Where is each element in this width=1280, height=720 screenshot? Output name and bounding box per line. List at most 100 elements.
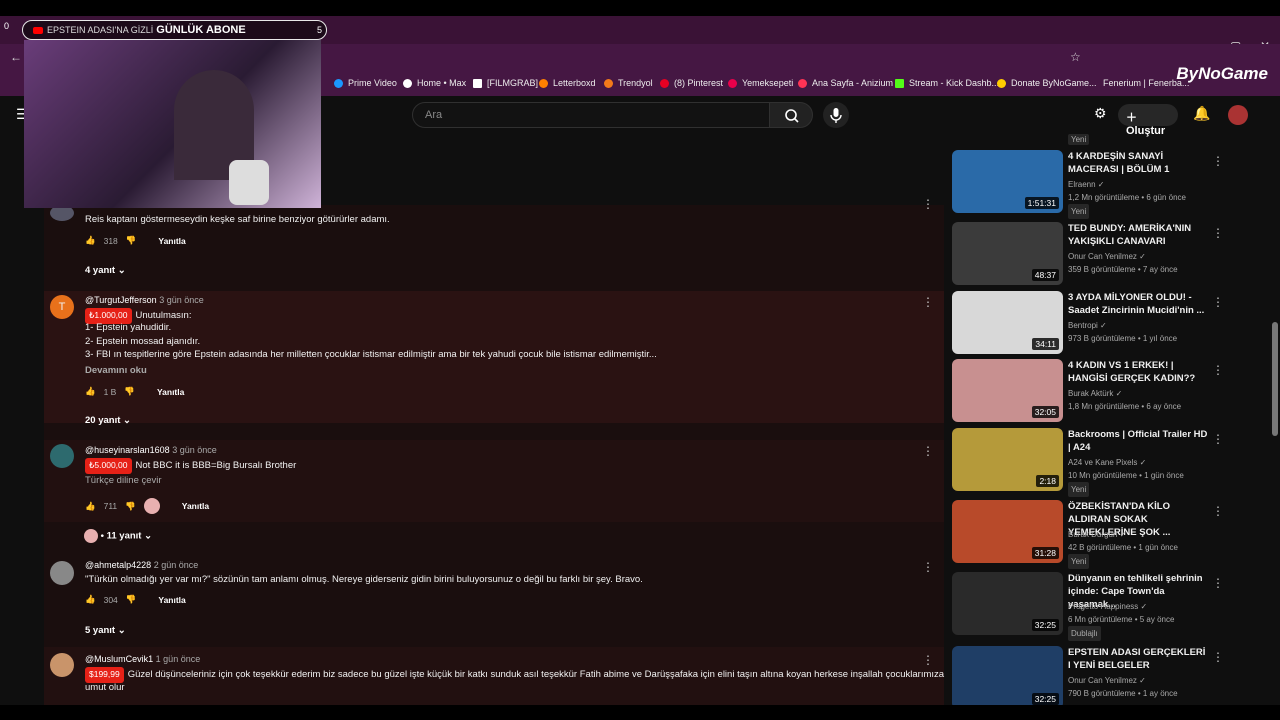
bookmark-prime-video[interactable]: Prime Video bbox=[334, 78, 397, 88]
video-item[interactable]: 34:11 3 AYDA MİLYONER OLDU! - Saadet Zin… bbox=[950, 291, 1272, 355]
webcam-overlay bbox=[24, 40, 321, 208]
comment-actions: 👍 1 B 👎 Yanıtla bbox=[85, 386, 184, 397]
bookmark-kick[interactable]: Stream - Kick Dashb... bbox=[895, 78, 999, 88]
video-item[interactable]: 2:18 Backrooms | Official Trailer HD | A… bbox=[950, 428, 1272, 497]
comment-text: "Türkün olmadığı yer var mı?" sözünün ta… bbox=[85, 574, 643, 585]
bookmark-trendyol[interactable]: Trendyol bbox=[604, 78, 653, 88]
more-options-icon[interactable]: ⋮ bbox=[1212, 226, 1224, 240]
replies-toggle[interactable]: • 11 yanıt ⌄ bbox=[84, 529, 152, 543]
comment-actions: 👍 318 👎 Yanıtla bbox=[85, 235, 186, 246]
reply-button[interactable]: Yanıtla bbox=[158, 595, 185, 605]
video-meta: Onur Can Yenilmez ✓ 790 B görüntüleme • 1… bbox=[1068, 676, 1178, 698]
search-icon bbox=[785, 109, 799, 123]
translate-link[interactable]: Türkçe diline çevir bbox=[85, 474, 162, 488]
more-options-icon[interactable]: ⋮ bbox=[1212, 576, 1224, 590]
bookmark-bynogame[interactable]: Donate ByNoGame... bbox=[997, 78, 1097, 88]
scrollbar-thumb[interactable] bbox=[1272, 322, 1278, 436]
search-input[interactable]: Ara bbox=[412, 102, 770, 128]
bookmark-pinterest[interactable]: (8) Pinterest bbox=[660, 78, 723, 88]
replies-toggle[interactable]: 20 yanıt ⌄ bbox=[85, 415, 131, 426]
comment-author: @huseyinarslan1608 3 gün önce bbox=[85, 445, 217, 455]
video-title[interactable]: EPSTEIN ADASI GERÇEKLERİ I YENİ BELGELER bbox=[1068, 646, 1208, 672]
video-title[interactable]: Backrooms | Official Trailer HD | A24 bbox=[1068, 428, 1208, 454]
video-thumbnail[interactable]: 32:25 bbox=[952, 572, 1063, 635]
video-thumbnail[interactable]: 48:37 bbox=[952, 222, 1063, 285]
dislike-icon[interactable]: 👎 bbox=[125, 501, 136, 512]
like-icon[interactable]: 👍 bbox=[85, 501, 96, 512]
bookmark-icon bbox=[473, 78, 482, 88]
video-thumbnail[interactable]: 2:18 bbox=[952, 428, 1063, 491]
more-options-icon[interactable]: ⋮ bbox=[1212, 363, 1224, 377]
bookmark-filmgrab[interactable]: [FILMGRAB] bbox=[473, 78, 538, 88]
comment: T @TurgutJefferson 3 gün önce ₺1.000,00 U… bbox=[44, 291, 944, 426]
video-title[interactable]: 4 KADIN VS 1 ERKEK! | HANGİSİ GERÇEK KAD… bbox=[1068, 359, 1208, 385]
bookmark-home-max[interactable]: Home • Max bbox=[403, 78, 466, 88]
avatar[interactable] bbox=[50, 561, 74, 585]
search-button[interactable] bbox=[769, 102, 813, 128]
video-thumbnail[interactable]: 31:28 bbox=[952, 500, 1063, 563]
browser-tab[interactable]: EPSTEIN ADASI'NA GİZLİ GÜNLÜK ABONE 5 bbox=[22, 20, 327, 40]
bookmark-icon bbox=[334, 78, 343, 88]
like-icon[interactable]: 👍 bbox=[85, 235, 96, 246]
read-more-link[interactable]: Devamını oku bbox=[85, 364, 147, 378]
more-options-icon[interactable]: ⋮ bbox=[922, 197, 934, 211]
reply-button[interactable]: Yanıtla bbox=[158, 236, 185, 246]
video-title[interactable]: 4 KARDEŞİN SANAYİ MACERASI | BÖLÜM 1 bbox=[1068, 150, 1208, 176]
video-thumbnail[interactable]: 32:05 bbox=[952, 359, 1063, 422]
avatar[interactable] bbox=[50, 444, 74, 468]
bookmark-yemeksepeti[interactable]: Yemeksepeti bbox=[728, 78, 793, 88]
star-icon[interactable]: ☆ bbox=[1070, 50, 1081, 64]
bell-icon[interactable]: 🔔 bbox=[1193, 105, 1210, 122]
avatar[interactable]: T bbox=[50, 295, 74, 319]
more-options-icon[interactable]: ⋮ bbox=[1212, 432, 1224, 446]
reply-button[interactable]: Yanıtla bbox=[157, 387, 184, 397]
more-options-icon[interactable]: ⋮ bbox=[1212, 295, 1224, 309]
video-item[interactable]: 1:51:31 4 KARDEŞİN SANAYİ MACERASI | BÖL… bbox=[950, 150, 1272, 219]
replies-toggle[interactable]: 5 yanıt ⌄ bbox=[85, 625, 126, 636]
like-icon[interactable]: 👍 bbox=[85, 594, 96, 605]
voice-search-button[interactable] bbox=[823, 102, 849, 128]
more-options-icon[interactable]: ⋮ bbox=[922, 560, 934, 574]
dislike-icon[interactable]: 👎 bbox=[126, 594, 137, 605]
chevron-down-icon: ⌄ bbox=[117, 625, 126, 636]
comment-actions: 👍 304 👎 Yanıtla bbox=[85, 594, 186, 605]
back-icon[interactable]: ← bbox=[10, 50, 22, 64]
video-item[interactable]: 32:25 Dünyanın en tehlikeli şehrinin içi… bbox=[950, 572, 1272, 641]
video-duration: 31:28 bbox=[1031, 547, 1059, 559]
video-duration: 48:37 bbox=[1031, 269, 1059, 281]
avatar[interactable] bbox=[50, 653, 74, 677]
video-item[interactable]: 48:37 TED BUNDY: AMERİKA'NIN YAKIŞIKLI C… bbox=[950, 222, 1272, 286]
more-options-icon[interactable]: ⋮ bbox=[922, 295, 934, 309]
bookmark-anizium[interactable]: Ana Sayfa - Anizium bbox=[798, 78, 893, 88]
reply-button[interactable]: Yanıtla bbox=[182, 501, 209, 511]
video-item[interactable]: 32:25 EPSTEIN ADASI GERÇEKLERİ I YENİ BE… bbox=[950, 646, 1272, 710]
comment-author: @MuslumCevik1 1 gün önce bbox=[85, 654, 201, 664]
video-thumbnail[interactable]: 1:51:31 bbox=[952, 150, 1063, 213]
video-thumbnail[interactable]: 34:11 bbox=[952, 291, 1063, 354]
microphone-image bbox=[229, 160, 269, 205]
dislike-icon[interactable]: 👎 bbox=[124, 386, 135, 397]
bookmark-letterboxd[interactable]: Letterboxd bbox=[539, 78, 596, 88]
video-meta: Burak Aktürk ✓ 1,8 Mn görüntüleme • 6 ay … bbox=[1068, 389, 1182, 411]
video-item[interactable]: 32:05 4 KADIN VS 1 ERKEK! | HANGİSİ GERÇ… bbox=[950, 359, 1272, 423]
video-title[interactable]: TED BUNDY: AMERİKA'NIN YAKIŞIKLI CANAVAR… bbox=[1068, 222, 1208, 248]
more-options-icon[interactable]: ⋮ bbox=[1212, 504, 1224, 518]
bookmark-icon bbox=[728, 78, 737, 88]
video-item[interactable]: 31:28 ÖZBEKİSTAN'DA KİLO ALDIRAN SOKAK Y… bbox=[950, 500, 1272, 569]
video-duration: 32:25 bbox=[1031, 619, 1059, 631]
dislike-icon[interactable]: 👎 bbox=[126, 235, 137, 246]
more-options-icon[interactable]: ⋮ bbox=[1212, 650, 1224, 664]
video-duration: 32:05 bbox=[1031, 406, 1059, 418]
like-count: 304 bbox=[103, 594, 118, 605]
like-icon[interactable]: 👍 bbox=[85, 386, 96, 397]
replies-toggle[interactable]: 4 yanıt ⌄ bbox=[85, 265, 126, 276]
video-title[interactable]: 3 AYDA MİLYONER OLDU! - Saadet Zincirini… bbox=[1068, 291, 1208, 317]
create-button[interactable]: ＋ Oluştur bbox=[1118, 104, 1178, 137]
avatar[interactable] bbox=[1228, 105, 1248, 125]
more-options-icon[interactable]: ⋮ bbox=[922, 444, 934, 458]
bynogame-logo: ByNoGame bbox=[1176, 64, 1268, 83]
video-thumbnail[interactable]: 32:25 bbox=[952, 646, 1063, 709]
more-options-icon[interactable]: ⋮ bbox=[922, 653, 934, 667]
more-options-icon[interactable]: ⋮ bbox=[1212, 154, 1224, 168]
broadcast-icon[interactable]: ⚙ bbox=[1094, 105, 1107, 122]
